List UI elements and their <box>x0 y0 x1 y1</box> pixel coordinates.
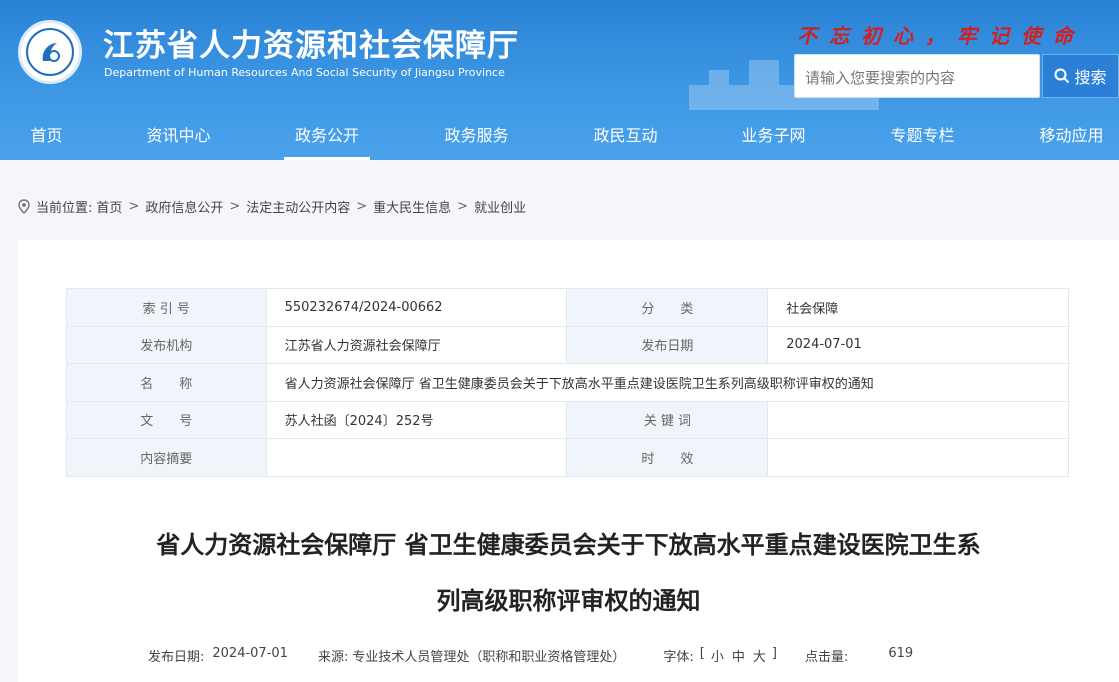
breadcrumb-item[interactable]: 政府信息公开 <box>145 197 223 216</box>
search-input[interactable]: 请输入您要搜索的内容 <box>794 54 1040 98</box>
table-row: 名 称 省人力资源社会保障厅 省卫生健康委员会关于下放高水平重点建设医院卫生系列… <box>66 363 1070 402</box>
meta-label-keywords: 关 键 词 <box>566 400 769 439</box>
search-button[interactable]: 搜索 <box>1042 54 1119 98</box>
breadcrumb-item[interactable]: 就业创业 <box>474 197 526 216</box>
breadcrumb-item[interactable]: 重大民生信息 <box>373 197 451 216</box>
search-button-label: 搜索 <box>1074 68 1107 87</box>
meta-label-validity: 时 效 <box>566 438 769 477</box>
breadcrumb-separator: > <box>128 198 140 214</box>
content-card: 索 引 号 550232674/2024-00662 分 类 社会保障 发布机构… <box>18 240 1119 682</box>
font-size-small-button[interactable]: 小 <box>711 646 724 665</box>
font-size-medium-button[interactable]: 中 <box>732 646 745 665</box>
site-header: 江苏省人力资源和社会保障厅 Department of Human Resour… <box>0 0 1119 160</box>
breadcrumb-item[interactable]: 首页 <box>96 197 122 216</box>
meta-label-category: 分 类 <box>566 288 769 327</box>
font-size-label: 字体: <box>663 650 694 665</box>
main-nav: 首页 资讯中心 政务公开 政务服务 政民互动 业务子网 专题专栏 移动应用 <box>0 116 1119 160</box>
document-info-bar: 发布日期: 2024-07-01 来源: 专业技术人员管理处（职称和职业资格管理… <box>148 646 913 665</box>
meta-label-name: 名 称 <box>66 363 267 402</box>
nav-item-news[interactable]: 资讯中心 <box>145 116 212 160</box>
table-row: 索 引 号 550232674/2024-00662 分 类 社会保障 <box>66 288 1069 327</box>
table-row: 内容摘要 时 效 <box>66 438 1069 477</box>
slogan: 不忘初心，牢记使命 <box>797 24 1085 48</box>
meta-label-summary: 内容摘要 <box>66 438 267 477</box>
meta-label-date: 发布日期 <box>566 325 769 364</box>
meta-label-index: 索 引 号 <box>66 288 267 327</box>
search-icon <box>1054 68 1070 84</box>
document-title-line-2: 列高级职称评审权的通知 <box>436 587 701 615</box>
meta-value-summary <box>265 438 568 477</box>
meta-value-date: 2024-07-01 <box>767 325 1069 364</box>
breadcrumb-separator: > <box>356 198 368 214</box>
meta-label-publisher: 发布机构 <box>66 325 267 364</box>
breadcrumb-prefix: 当前位置: <box>36 200 93 216</box>
font-size-large-button[interactable]: 大 <box>753 646 766 665</box>
nav-item-gov-affairs[interactable]: 政务公开 <box>284 116 370 160</box>
nav-item-home[interactable]: 首页 <box>29 116 64 160</box>
document-title-line-1: 省人力资源社会保障厅 省卫生健康委员会关于下放高水平重点建设医院卫生系 <box>156 531 981 559</box>
publish-date: 2024-07-01 <box>212 646 288 661</box>
document-metadata-table: 索 引 号 550232674/2024-00662 分 类 社会保障 发布机构… <box>66 288 1070 477</box>
location-pin-icon <box>18 198 30 214</box>
meta-value-index: 550232674/2024-00662 <box>265 288 568 327</box>
breadcrumb-separator: > <box>229 198 241 214</box>
source-label: 来源: <box>317 650 349 665</box>
publish-date-label: 发布日期: <box>148 650 205 665</box>
meta-value-doc-number: 苏人社函〔2024〕252号 <box>265 400 568 439</box>
hit-count: 619 <box>888 646 914 661</box>
meta-value-keywords <box>767 400 1069 439</box>
meta-value-name: 省人力资源社会保障厅 省卫生健康委员会关于下放高水平重点建设医院卫生系列高级职称… <box>265 363 1070 402</box>
breadcrumb-item[interactable]: 法定主动公开内容 <box>246 197 350 216</box>
font-size-close-bracket: ] <box>771 646 777 661</box>
meta-label-doc-number: 文 号 <box>66 400 267 439</box>
table-row: 文 号 苏人社函〔2024〕252号 关 键 词 <box>66 400 1069 439</box>
nav-item-mobile[interactable]: 移动应用 <box>1038 116 1105 160</box>
nav-item-topics[interactable]: 专题专栏 <box>889 116 956 160</box>
site-subtitle: Department of Human Resources And Social… <box>104 66 505 79</box>
nav-item-subsites[interactable]: 业务子网 <box>740 116 807 160</box>
site-logo[interactable] <box>18 20 82 84</box>
nav-item-interaction[interactable]: 政民互动 <box>592 116 659 160</box>
font-size-open-bracket: [ <box>699 646 705 661</box>
emblem-icon <box>42 43 60 62</box>
breadcrumb: 当前位置: 首页 > 政府信息公开 > 法定主动公开内容 > 重大民生信息 > … <box>18 196 526 216</box>
nav-item-services[interactable]: 政务服务 <box>443 116 510 160</box>
meta-value-validity <box>767 438 1069 477</box>
hit-count-label: 点击量: <box>804 650 849 665</box>
site-title: 江苏省人力资源和社会保障厅 <box>103 28 519 64</box>
meta-value-category: 社会保障 <box>767 288 1069 327</box>
source-value: 专业技术人员管理处（职称和职业资格管理处） <box>352 650 626 665</box>
table-row: 发布机构 江苏省人力资源社会保障厅 发布日期 2024-07-01 <box>66 325 1069 364</box>
breadcrumb-separator: > <box>457 198 469 214</box>
meta-value-publisher: 江苏省人力资源社会保障厅 <box>265 325 568 364</box>
